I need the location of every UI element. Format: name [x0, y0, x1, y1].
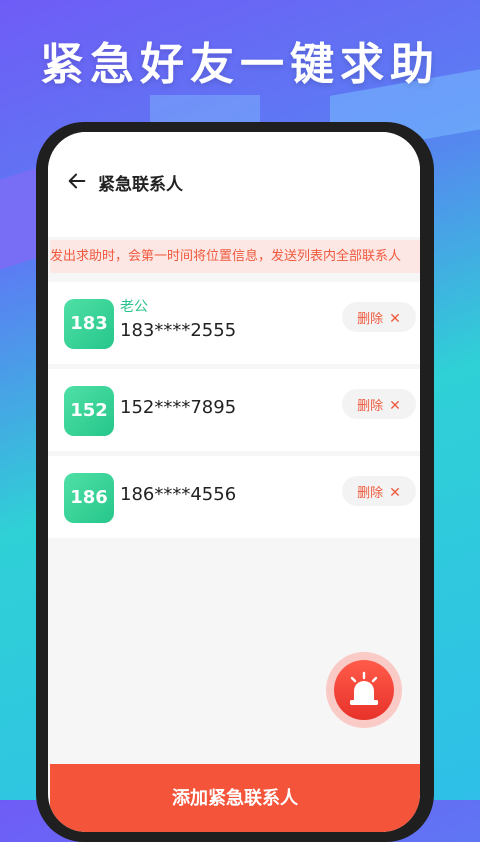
delete-contact-button[interactable]: 删除 ✕: [342, 302, 416, 332]
delete-label: 删除: [357, 398, 384, 413]
contact-phone: 152****7895: [120, 397, 237, 418]
close-icon: ✕: [389, 484, 401, 500]
contact-avatar: 186: [64, 473, 114, 523]
close-icon: ✕: [389, 397, 401, 413]
close-icon: ✕: [389, 310, 401, 326]
add-contact-button[interactable]: 添加紧急联系人: [50, 764, 420, 832]
page-title: 紧急联系人: [98, 175, 183, 195]
contact-item: 186 186****4556 删除 ✕: [48, 456, 420, 538]
delete-contact-button[interactable]: 删除 ✕: [342, 389, 416, 419]
phone-frame: 紧急联系人 发出求助时，会第一时间将位置信息，发送列表内全部联系人 183 老公…: [36, 122, 434, 842]
contact-list: 183 老公 183****2555 删除 ✕ 152 152****7895 删…: [48, 282, 420, 543]
contact-item: 152 152****7895 删除 ✕: [48, 369, 420, 451]
notice-banner: 发出求助时，会第一时间将位置信息，发送列表内全部联系人: [50, 240, 420, 273]
delete-label: 删除: [357, 311, 384, 326]
contact-name: 老公: [120, 299, 148, 315]
contact-item: 183 老公 183****2555 删除 ✕: [48, 282, 420, 364]
contact-avatar: 183: [64, 299, 114, 349]
delete-contact-button[interactable]: 删除 ✕: [342, 476, 416, 506]
contact-phone: 183****2555: [120, 320, 237, 341]
phone-screen: 紧急联系人 发出求助时，会第一时间将位置信息，发送列表内全部联系人 183 老公…: [48, 132, 420, 832]
contact-phone: 186****4556: [120, 484, 237, 505]
alarm-siren-icon: [350, 671, 378, 705]
contact-avatar: 152: [64, 386, 114, 436]
delete-label: 删除: [357, 485, 384, 500]
arrow-left-icon[interactable]: [66, 170, 88, 192]
sos-alarm-button[interactable]: [326, 652, 402, 728]
sos-button-core: [334, 660, 394, 720]
app-header: 紧急联系人: [48, 132, 420, 237]
promo-headline: 紧急好友一键求助: [40, 39, 440, 90]
